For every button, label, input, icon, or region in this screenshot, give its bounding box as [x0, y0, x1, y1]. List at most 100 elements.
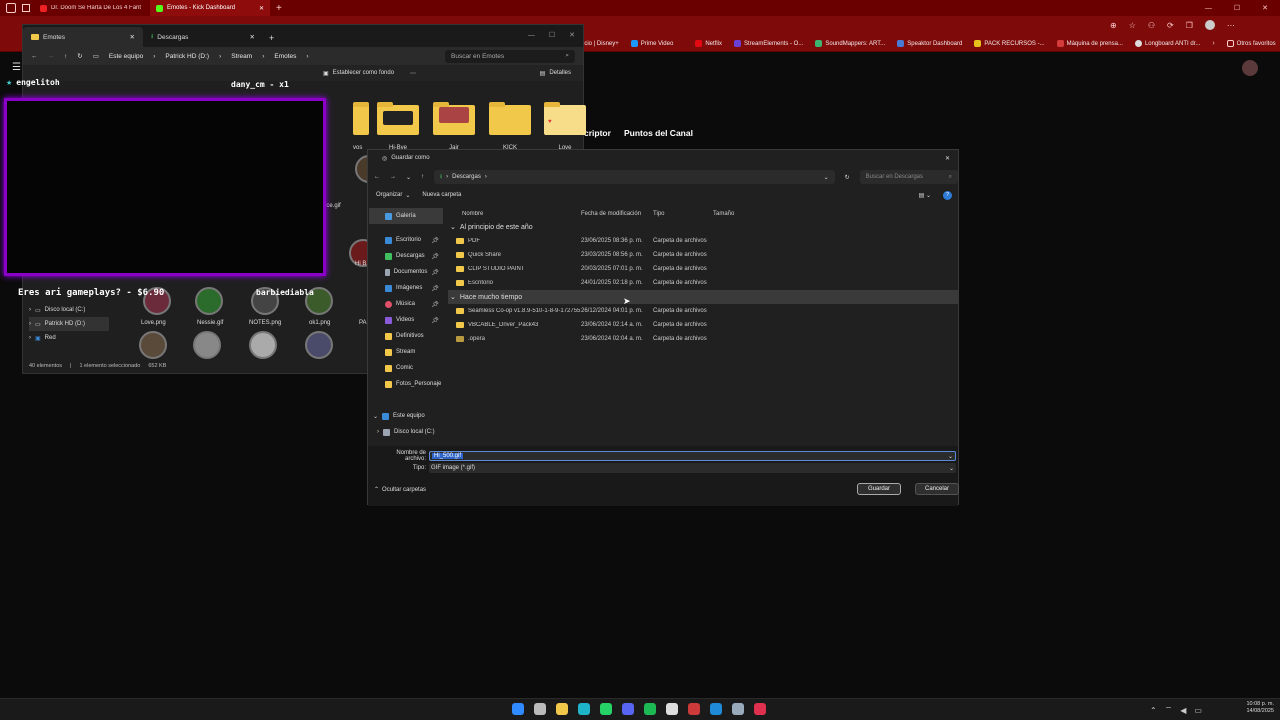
bookmark-prime-video[interactable]: Prime Video: [630, 40, 673, 47]
file-row[interactable]: PDF 23/06/2025 08:36 p. m. Carpeta de arch…: [448, 234, 958, 248]
recent-locations-icon[interactable]: ⌄: [406, 174, 411, 181]
column-header-nombre[interactable]: Nombre: [448, 211, 581, 217]
sidebar-item-videos[interactable]: Videos 📌︎: [369, 312, 443, 328]
sidebar-item-documentos[interactable]: Documentos 📌︎: [369, 264, 443, 280]
monitor-icon[interactable]: ▭: [93, 52, 99, 60]
file-label-ok[interactable]: ok1.png: [309, 320, 330, 326]
tab-list-icon[interactable]: [22, 4, 30, 12]
spotify-icon[interactable]: [644, 703, 656, 715]
steam-icon[interactable]: [732, 703, 744, 715]
group-header[interactable]: ⌄ Hace mucho tiempo: [448, 290, 958, 304]
close-window-icon[interactable]: ✕: [1262, 4, 1268, 12]
refresh-icon[interactable]: ↻: [77, 52, 82, 60]
browser-menu-icon[interactable]: [6, 3, 16, 13]
volume-icon[interactable]: ◀: [1180, 706, 1186, 715]
sidebar-item-este-equipo[interactable]: ⌄ Este equipo: [369, 408, 443, 424]
chevron-down-icon[interactable]: ⌄: [948, 453, 953, 460]
hamburger-menu-icon[interactable]: ☰: [12, 62, 21, 73]
sidebar-item-disco-c[interactable]: › ▭ Disco local (C:): [29, 303, 109, 317]
tab-channel-points[interactable]: Puntos del Canal: [624, 128, 693, 138]
breadcrumb-emotes[interactable]: Emotes: [274, 53, 296, 60]
dialog-search-input[interactable]: Buscar en Descargas ⌕: [859, 170, 958, 184]
browser-tab-1[interactable]: Dr. Doom Se Harta De Los 4 Fant: [34, 0, 150, 16]
calendar-app-icon[interactable]: [688, 703, 700, 715]
emote-thumbnail[interactable]: [249, 331, 277, 359]
bookmark-disney[interactable]: Inicio | Disney+: [578, 41, 619, 47]
more-options-icon[interactable]: ⋯: [1227, 21, 1235, 30]
file-row[interactable]: CLIP STUDIO PAINT 20/03/2025 07:01 p. m. C…: [448, 262, 958, 276]
favorite-star-icon[interactable]: ☆: [1129, 21, 1136, 30]
folder-item-jair[interactable]: Jair: [433, 102, 475, 151]
close-dialog-icon[interactable]: ✕: [945, 155, 950, 162]
close-window-icon[interactable]: ✕: [569, 31, 575, 39]
back-arrow-icon[interactable]: ←: [374, 174, 380, 180]
bookmark-soundmappers[interactable]: SoundMappers: ART...: [815, 40, 885, 47]
bookmarks-more-icon[interactable]: ›: [1212, 40, 1214, 47]
task-view-icon[interactable]: [534, 703, 546, 715]
tab-subscriptor[interactable]: criptor: [584, 128, 611, 138]
bookmark-speaktor[interactable]: Speaktor Dashboard: [897, 40, 962, 47]
forward-arrow-icon[interactable]: →: [390, 174, 396, 180]
sidebar-item-imagenes[interactable]: Imágenes 📌︎: [369, 280, 443, 296]
organize-button[interactable]: Organizar ⌄: [376, 192, 410, 199]
bookmark-streamelements[interactable]: StreamElements - O...: [734, 40, 803, 47]
file-row[interactable]: .opera 23/06/2024 02:04 a. m. Carpeta de a…: [448, 332, 958, 346]
save-button[interactable]: Guardar: [857, 483, 901, 495]
refresh-icon[interactable]: ↻: [845, 174, 850, 181]
sidebar-item-fotos-personaje[interactable]: Fotos_Personaje: [369, 376, 443, 392]
cancel-button[interactable]: Cancelar: [915, 483, 959, 495]
column-header-tamano[interactable]: Tamaño: [713, 211, 753, 217]
sidebar-item-disco-local-c[interactable]: › Disco local (C:): [369, 424, 443, 440]
explorer-tab-emotes[interactable]: Emotes ✕: [23, 27, 143, 47]
extension-icon[interactable]: ⚇: [1148, 21, 1155, 30]
details-button[interactable]: ▤ Detalles: [540, 70, 571, 77]
dialog-path-bar[interactable]: ⭳ › Descargas › ⌄: [434, 170, 835, 184]
file-label-partial[interactable]: PA: [359, 320, 367, 326]
breadcrumb-este-equipo[interactable]: Este equipo: [109, 53, 143, 60]
browser-tab-2[interactable]: Emotes - Kick Dashboard ✕: [150, 0, 270, 16]
sidebar-item-red[interactable]: › ▣ Red: [29, 331, 109, 345]
file-label-partial[interactable]: Hi B: [355, 261, 366, 267]
sidebar-item-comic[interactable]: Comic: [369, 360, 443, 376]
help-icon[interactable]: ?: [943, 190, 952, 200]
up-arrow-icon[interactable]: ↑: [421, 174, 424, 180]
minimize-window-icon[interactable]: —: [1205, 5, 1212, 12]
more-options-icon[interactable]: ⋯: [410, 70, 416, 77]
bookmark-netflix[interactable]: Netflix: [695, 40, 722, 47]
view-options-icon[interactable]: ▤ ⌄: [919, 192, 931, 199]
extension-icon[interactable]: ⟳: [1167, 21, 1174, 30]
breadcrumb-patrick-hd[interactable]: Patrick HD (D:): [165, 53, 209, 60]
whatsapp-icon[interactable]: [600, 703, 612, 715]
sidebar-item-escritorio[interactable]: Escritorio 📌︎: [369, 232, 443, 248]
sidebar-item-galeria[interactable]: Galería: [369, 208, 443, 224]
profile-avatar[interactable]: [1204, 20, 1215, 30]
bookmark-pack-recursos[interactable]: PACK RECURSOS -...: [974, 40, 1045, 47]
sidebar-item-definitivos[interactable]: Definitivos: [369, 328, 443, 344]
file-row[interactable]: Escritorio 24/01/2025 02:18 p. m. Carpeta …: [448, 276, 958, 290]
close-tab-icon[interactable]: ✕: [259, 5, 264, 12]
column-header-fecha[interactable]: Fecha de modificación: [581, 211, 653, 217]
network-icon[interactable]: ⌔: [1165, 705, 1173, 715]
explorer-search-input[interactable]: Buscar en Emotes ⌕: [445, 49, 575, 63]
user-avatar[interactable]: [1242, 60, 1258, 76]
column-header-tipo[interactable]: Tipo: [653, 211, 713, 217]
path-dropdown-icon[interactable]: ⌄: [824, 174, 829, 181]
folder-item-partial[interactable]: vos: [353, 102, 369, 151]
zoom-icon[interactable]: ⊕: [1110, 21, 1117, 30]
up-arrow-icon[interactable]: ↑: [64, 53, 67, 60]
discord-icon[interactable]: [622, 703, 634, 715]
sidebar-item-musica[interactable]: Música 📌︎: [369, 296, 443, 312]
windows-start-icon[interactable]: [512, 703, 524, 715]
bookmark-longboard[interactable]: Longboard ANTI dr...: [1134, 40, 1200, 47]
collections-icon[interactable]: ❐: [1186, 21, 1193, 30]
path-crumb-descargas[interactable]: Descargas: [452, 174, 481, 180]
file-label-nessie[interactable]: Nessie.gif: [197, 320, 223, 326]
filename-input[interactable]: Hi_500.gif ⌄: [429, 451, 956, 461]
back-arrow-icon[interactable]: ←: [31, 53, 38, 60]
folder-item-kick[interactable]: KICK: [489, 102, 531, 151]
bookmark-maquina-prensa[interactable]: Máquina de prensa...: [1056, 40, 1123, 47]
file-label-love[interactable]: Love.png: [141, 320, 166, 326]
other-favorites-folder[interactable]: Otros favoritos: [1226, 40, 1276, 47]
sidebar-item-descargas[interactable]: Descargas 📌︎: [369, 248, 443, 264]
folder-item-love[interactable]: ♥ Love: [544, 102, 586, 151]
